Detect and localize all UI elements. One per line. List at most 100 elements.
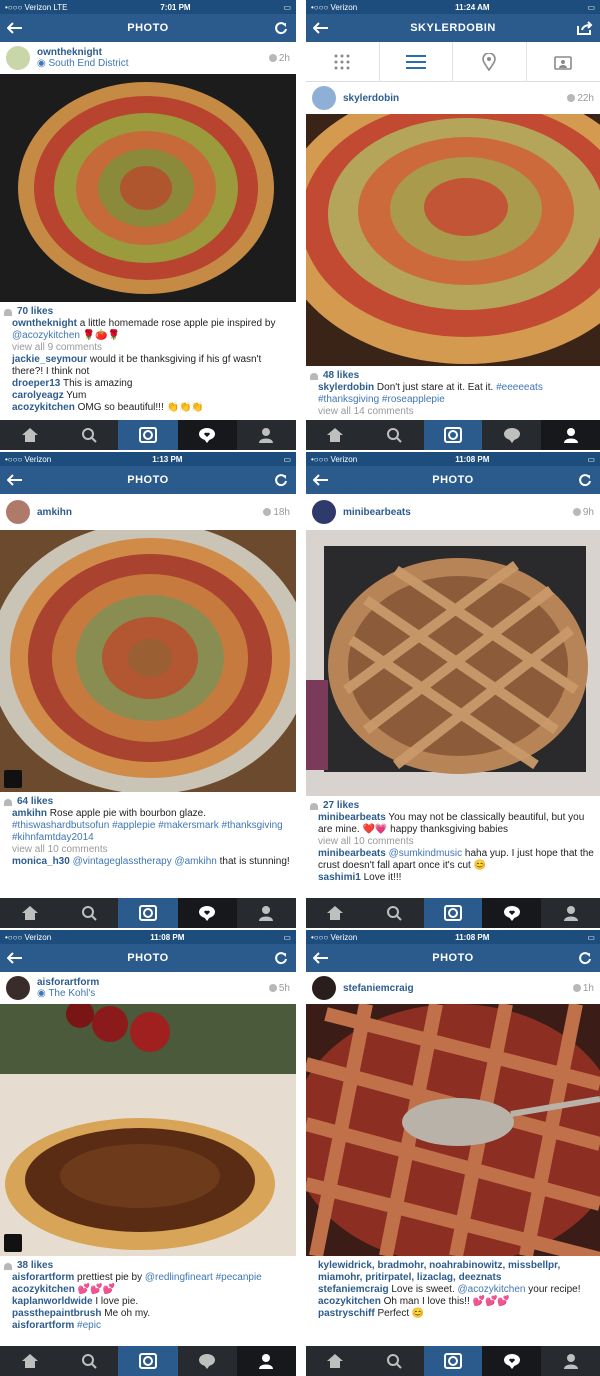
username[interactable]: stefaniemcraig bbox=[343, 983, 573, 994]
comment-user[interactable]: sashimi1 bbox=[318, 872, 361, 883]
profile-icon[interactable] bbox=[541, 1346, 600, 1376]
username[interactable]: amkihn bbox=[37, 507, 263, 518]
profile-icon[interactable] bbox=[541, 898, 600, 928]
comment-user[interactable]: stefaniemcraig bbox=[318, 1284, 389, 1295]
view-all-comments[interactable]: view all 14 comments bbox=[318, 406, 594, 418]
avatar[interactable] bbox=[6, 46, 30, 70]
back-arrow-icon[interactable] bbox=[6, 949, 24, 967]
search-icon[interactable] bbox=[59, 1346, 118, 1376]
username[interactable]: minibearbeats bbox=[343, 507, 573, 518]
refresh-icon[interactable] bbox=[576, 949, 594, 967]
comment-user[interactable]: carolyeagz bbox=[12, 390, 64, 401]
profile-icon[interactable] bbox=[541, 420, 600, 450]
comment-user[interactable]: monica_h30 bbox=[12, 856, 70, 867]
profile-icon[interactable] bbox=[237, 420, 296, 450]
activity-icon[interactable] bbox=[177, 420, 237, 450]
refresh-icon[interactable] bbox=[272, 471, 290, 489]
activity-icon[interactable] bbox=[482, 1346, 542, 1376]
mention[interactable]: @sumkindmusic bbox=[389, 848, 463, 859]
comment-user[interactable]: acozykitchen bbox=[12, 402, 75, 413]
profile-icon[interactable] bbox=[236, 1346, 296, 1376]
view-all-comments[interactable]: view all 10 comments bbox=[318, 836, 594, 848]
home-icon[interactable] bbox=[306, 420, 365, 450]
camera-icon[interactable] bbox=[423, 898, 483, 928]
comment-user[interactable]: skylerdobin bbox=[318, 382, 374, 393]
comment-user[interactable]: jackie_seymour bbox=[12, 354, 87, 365]
comment-user[interactable]: acozykitchen bbox=[12, 1284, 75, 1295]
tagged-people-icon[interactable] bbox=[4, 770, 22, 788]
camera-icon[interactable] bbox=[118, 1346, 178, 1376]
view-all-comments[interactable]: view all 9 comments bbox=[12, 342, 290, 354]
search-icon[interactable] bbox=[59, 898, 118, 928]
comment-user[interactable]: aisforartform bbox=[12, 1272, 74, 1283]
avatar[interactable] bbox=[312, 500, 336, 524]
activity-icon[interactable] bbox=[177, 898, 237, 928]
activity-icon[interactable] bbox=[178, 1346, 237, 1376]
list-view-icon[interactable] bbox=[380, 41, 453, 82]
likes[interactable]: 38 likes bbox=[4, 1260, 290, 1272]
username[interactable]: owntheknight bbox=[37, 47, 269, 58]
post-photo[interactable] bbox=[306, 530, 600, 796]
mention[interactable]: @acozykitchen bbox=[458, 1284, 526, 1295]
avatar[interactable] bbox=[6, 500, 30, 524]
hashtag[interactable]: #epic bbox=[77, 1320, 101, 1331]
tagged-people-icon[interactable] bbox=[4, 1234, 22, 1252]
likes[interactable]: 64 likes bbox=[4, 796, 290, 808]
post-photo[interactable] bbox=[0, 1004, 296, 1256]
view-all-comments[interactable]: view all 10 comments bbox=[12, 844, 290, 856]
map-pin-icon[interactable] bbox=[453, 41, 527, 82]
mention[interactable]: @vintageglasstherapy @amkihn bbox=[73, 856, 217, 867]
activity-icon[interactable] bbox=[482, 898, 542, 928]
comment-user[interactable]: acozykitchen bbox=[318, 1296, 381, 1307]
comment-user[interactable]: aisforartform bbox=[12, 1320, 74, 1331]
liked-by-users[interactable]: kylewidrick, bradmohr, noahrabinowitz, m… bbox=[318, 1260, 560, 1283]
avatar[interactable] bbox=[6, 976, 30, 1000]
back-arrow-icon[interactable] bbox=[312, 471, 330, 489]
refresh-icon[interactable] bbox=[576, 471, 594, 489]
share-icon[interactable] bbox=[576, 19, 594, 37]
comment-user[interactable]: owntheknight bbox=[12, 318, 77, 329]
back-arrow-icon[interactable] bbox=[6, 471, 24, 489]
mention[interactable]: @redlingfineart #pecanpie bbox=[145, 1272, 262, 1283]
home-icon[interactable] bbox=[306, 898, 365, 928]
back-arrow-icon[interactable] bbox=[6, 19, 24, 37]
refresh-icon[interactable] bbox=[272, 19, 290, 37]
tagged-photos-icon[interactable] bbox=[527, 42, 600, 82]
post-photo[interactable] bbox=[0, 530, 296, 792]
comment-user[interactable]: amkihn bbox=[12, 808, 47, 819]
post-photo[interactable] bbox=[306, 114, 600, 366]
camera-icon[interactable] bbox=[118, 898, 178, 928]
location[interactable]: ◉ The Kohl's bbox=[37, 988, 269, 999]
comment-user[interactable]: passthepaintbrush bbox=[12, 1308, 101, 1319]
username[interactable]: aisforartform bbox=[37, 977, 269, 988]
post-photo[interactable] bbox=[0, 74, 296, 302]
home-icon[interactable] bbox=[306, 1346, 365, 1376]
hashtags[interactable]: #thiswashardbutsofun #applepie #makersma… bbox=[12, 820, 283, 843]
camera-icon[interactable] bbox=[423, 420, 483, 450]
profile-icon[interactable] bbox=[237, 898, 296, 928]
search-icon[interactable] bbox=[365, 1346, 424, 1376]
likes[interactable]: 48 likes bbox=[310, 370, 594, 382]
back-arrow-icon[interactable] bbox=[312, 949, 330, 967]
home-icon[interactable] bbox=[0, 1346, 59, 1376]
comment-user[interactable]: droeper13 bbox=[12, 378, 60, 389]
refresh-icon[interactable] bbox=[272, 949, 290, 967]
search-icon[interactable] bbox=[365, 420, 424, 450]
comment-user[interactable]: minibearbeats bbox=[318, 848, 386, 859]
likes[interactable]: 27 likes bbox=[310, 800, 594, 812]
home-icon[interactable] bbox=[0, 898, 59, 928]
location[interactable]: ◉ South End District bbox=[37, 58, 269, 69]
camera-icon[interactable] bbox=[423, 1346, 483, 1376]
search-icon[interactable] bbox=[59, 420, 118, 450]
activity-icon[interactable] bbox=[482, 420, 541, 450]
comment-user[interactable]: minibearbeats bbox=[318, 812, 386, 823]
comment-user[interactable]: pastryschiff bbox=[318, 1308, 375, 1319]
likes[interactable]: 70 likes bbox=[4, 306, 290, 318]
home-icon[interactable] bbox=[0, 420, 59, 450]
grid-view-icon[interactable] bbox=[306, 41, 380, 82]
search-icon[interactable] bbox=[365, 898, 424, 928]
avatar[interactable] bbox=[312, 976, 336, 1000]
camera-icon[interactable] bbox=[118, 420, 178, 450]
username[interactable]: skylerdobin bbox=[343, 93, 567, 104]
comment-user[interactable]: kaplanworldwide bbox=[12, 1296, 93, 1307]
